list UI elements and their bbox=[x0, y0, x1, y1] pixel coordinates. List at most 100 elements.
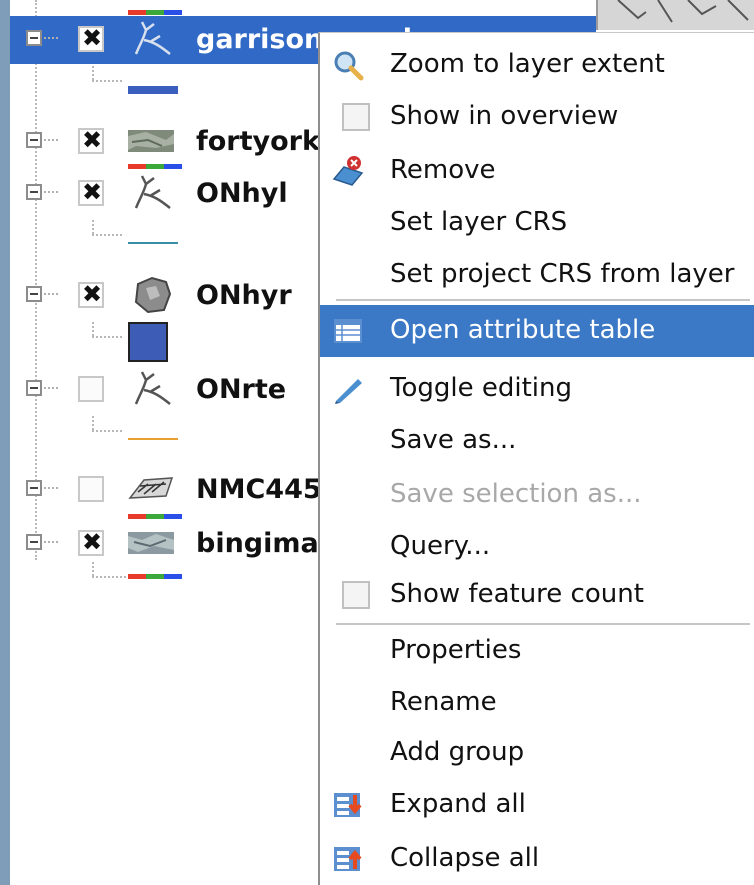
check-mark-icon: ✖ bbox=[82, 528, 103, 556]
menu-label: Open attribute table bbox=[390, 315, 656, 345]
layer-name: ONhyr bbox=[196, 280, 292, 311]
menu-item-show-feature-count[interactable]: Show feature count bbox=[320, 569, 754, 621]
menu-label: Set project CRS from layer bbox=[390, 259, 735, 289]
tree-dots bbox=[44, 387, 58, 389]
tree-dots bbox=[44, 139, 58, 141]
layer-name: fortyork bbox=[196, 126, 320, 157]
expander-collapse-icon[interactable] bbox=[26, 380, 42, 396]
check-mark-icon: ✖ bbox=[82, 24, 103, 52]
tree-dots bbox=[92, 322, 94, 336]
menu-label: Query... bbox=[390, 531, 491, 561]
expander-collapse-icon[interactable] bbox=[26, 480, 42, 496]
menu-item-properties[interactable]: Properties bbox=[320, 625, 754, 677]
line-layer-icon bbox=[134, 371, 171, 405]
menu-label: Save as... bbox=[390, 425, 517, 455]
menu-separator bbox=[336, 299, 750, 301]
tree-dots bbox=[92, 416, 94, 430]
layer-visibility-checkbox[interactable] bbox=[78, 476, 104, 502]
menu-item-add-group[interactable]: Add group bbox=[320, 727, 754, 779]
tree-dots bbox=[92, 562, 94, 576]
tree-dots bbox=[92, 234, 122, 236]
menu-item-toggle-editing[interactable]: Toggle editing bbox=[320, 363, 754, 415]
layer-visibility-checkbox[interactable] bbox=[78, 376, 104, 402]
menu-label: Rename bbox=[390, 687, 497, 717]
layer-visibility-checkbox[interactable]: ✖ bbox=[78, 126, 104, 154]
pencil-icon bbox=[335, 379, 362, 404]
expander-collapse-icon[interactable] bbox=[26, 534, 42, 550]
menu-item-save-selection-as: Save selection as... bbox=[320, 469, 754, 521]
checkbox-icon[interactable] bbox=[342, 581, 370, 609]
menu-item-zoom-to-layer-extent[interactable]: Zoom to layer extent bbox=[320, 39, 754, 91]
tree-dots bbox=[44, 293, 58, 295]
tree-dots bbox=[44, 37, 58, 39]
line-symbol bbox=[128, 242, 178, 244]
band-legend bbox=[128, 574, 182, 579]
legend-row bbox=[0, 322, 320, 362]
menu-item-set-project-crs-from-layer[interactable]: Set project CRS from layer bbox=[320, 249, 754, 301]
layer-visibility-checkbox[interactable]: ✖ bbox=[78, 178, 104, 206]
band-legend bbox=[128, 164, 182, 169]
map-preview bbox=[617, 0, 749, 23]
menu-label: Show in overview bbox=[390, 101, 619, 131]
map-canvas[interactable] bbox=[596, 0, 754, 30]
menu-item-show-in-overview[interactable]: Show in overview bbox=[320, 91, 754, 143]
expander-collapse-icon[interactable] bbox=[26, 184, 42, 200]
check-mark-icon: ✖ bbox=[82, 178, 103, 206]
line-symbol bbox=[128, 438, 178, 440]
layer-visibility-checkbox[interactable]: ✖ bbox=[78, 24, 104, 52]
legend-row bbox=[0, 562, 320, 594]
menu-item-remove[interactable]: Remove bbox=[320, 145, 754, 197]
zoom-icon bbox=[334, 51, 364, 81]
expander-collapse-icon[interactable] bbox=[26, 286, 42, 302]
legend-row bbox=[0, 66, 320, 94]
tree-dots bbox=[92, 80, 122, 82]
band-legend bbox=[128, 514, 182, 519]
menu-label: Collapse all bbox=[390, 843, 540, 873]
polygon-layer-icon bbox=[134, 276, 172, 314]
fill-symbol bbox=[128, 322, 168, 362]
layer-name: ONrte bbox=[196, 374, 287, 405]
checkbox-icon[interactable] bbox=[342, 103, 370, 131]
menu-label: Expand all bbox=[390, 789, 526, 819]
menu-item-save-as[interactable]: Save as... bbox=[320, 415, 754, 467]
menu-item-query[interactable]: Query... bbox=[320, 521, 754, 573]
tree-dots bbox=[92, 430, 122, 432]
legend-row bbox=[0, 416, 320, 444]
tree-dots bbox=[92, 336, 122, 338]
tree-dots bbox=[92, 220, 94, 234]
menu-label: Toggle editing bbox=[390, 373, 572, 403]
menu-item-set-layer-crs[interactable]: Set layer CRS bbox=[320, 197, 754, 249]
line-layer-icon bbox=[134, 175, 171, 209]
layer-visibility-checkbox[interactable]: ✖ bbox=[78, 528, 104, 556]
tree-dots bbox=[92, 576, 126, 578]
line-symbol bbox=[128, 86, 178, 94]
context-menu: Zoom to layer extent Show in overview Re… bbox=[318, 32, 754, 885]
menu-label: Save selection as... bbox=[390, 479, 642, 509]
expander-collapse-icon[interactable] bbox=[26, 30, 42, 46]
menu-item-expand-all[interactable]: Expand all bbox=[320, 779, 754, 831]
menu-label: Zoom to layer extent bbox=[390, 49, 665, 79]
menu-label: Add group bbox=[390, 737, 525, 767]
expander-collapse-icon[interactable] bbox=[26, 132, 42, 148]
layer-name: ONhyl bbox=[196, 178, 288, 209]
layer-visibility-checkbox[interactable]: ✖ bbox=[78, 280, 104, 308]
legend-row bbox=[0, 220, 320, 248]
check-mark-icon: ✖ bbox=[82, 280, 103, 308]
menu-label: Show feature count bbox=[390, 579, 644, 609]
table-icon bbox=[334, 319, 362, 343]
menu-item-collapse-all[interactable]: Collapse all bbox=[320, 833, 754, 885]
menu-item-rename[interactable]: Rename bbox=[320, 677, 754, 729]
tree-dots bbox=[44, 191, 58, 193]
menu-label: Remove bbox=[390, 155, 496, 185]
tree-dots bbox=[92, 66, 94, 80]
remove-icon bbox=[332, 156, 364, 186]
raster-layer-icon bbox=[128, 130, 174, 152]
menu-label: Properties bbox=[390, 635, 522, 665]
expand-all-icon bbox=[334, 793, 362, 817]
raster-map-icon bbox=[128, 477, 174, 499]
check-mark-icon: ✖ bbox=[82, 126, 103, 154]
menu-label: Set layer CRS bbox=[390, 207, 568, 237]
raster-layer-icon bbox=[128, 532, 174, 554]
layer-name: NMC445 bbox=[196, 474, 322, 505]
menu-item-open-attribute-table[interactable]: Open attribute table bbox=[320, 305, 754, 357]
